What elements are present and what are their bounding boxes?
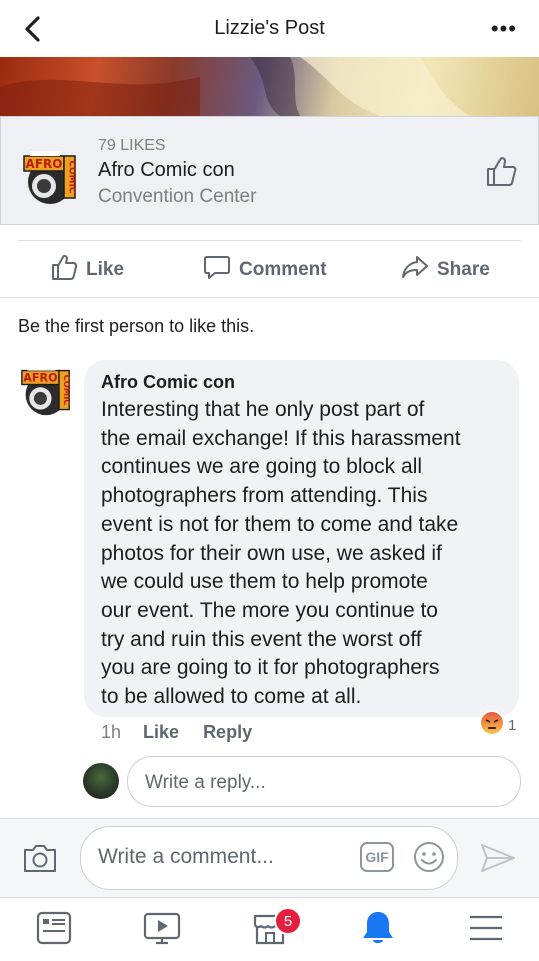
reaction-count: 1 (508, 716, 517, 734)
cover-image[interactable] (0, 57, 539, 116)
afro-comic-con-logo[interactable]: AFRO COMIC (22, 150, 78, 206)
comment-bubble-icon (203, 253, 231, 287)
comment-reply-button[interactable]: Reply (203, 722, 252, 743)
news-feed-icon[interactable] (34, 908, 74, 948)
page-category: Convention Center (98, 186, 257, 207)
like-page-thumb-icon[interactable] (484, 154, 518, 188)
comment-button[interactable]: Comment (203, 256, 327, 284)
camera-icon[interactable] (22, 842, 58, 874)
comment-timestamp: 1h (101, 722, 122, 742)
share-label: Share (437, 259, 490, 280)
menu-hamburger-icon[interactable] (466, 908, 506, 948)
comment-meta: 1h Like Reply (101, 722, 276, 743)
like-button[interactable]: Like (50, 253, 125, 287)
notifications-bell-icon[interactable] (358, 908, 398, 948)
shared-page-card[interactable] (0, 116, 539, 225)
page-likes-count: 79 LIKES (98, 137, 166, 154)
angry-reaction-icon (478, 709, 506, 742)
user-avatar (83, 763, 119, 799)
comment-placeholder: Write a comment... (98, 845, 274, 868)
svg-text:AFRO: AFRO (26, 157, 63, 171)
like-label: Like (86, 259, 125, 280)
watch-video-icon[interactable] (142, 908, 182, 948)
thumbs-up-icon (50, 253, 78, 287)
share-button[interactable]: Share (401, 256, 490, 284)
svg-text:AFRO: AFRO (23, 372, 57, 385)
emoji-icon[interactable] (412, 840, 446, 874)
notification-count-badge: 5 (274, 907, 302, 935)
comment-like-button[interactable]: Like (143, 722, 179, 743)
comment-reaction-badge[interactable]: 1 (478, 709, 517, 742)
page-name[interactable]: Afro Comic con (98, 159, 235, 182)
svg-text:COMIC: COMIC (62, 375, 72, 406)
reply-placeholder: Write a reply... (145, 772, 266, 793)
commenter-avatar[interactable]: AFRO COMIC (20, 365, 72, 417)
svg-text:COMIC: COMIC (67, 160, 77, 194)
gif-button[interactable]: GIF (360, 842, 394, 872)
more-options-icon[interactable]: ••• (491, 16, 517, 42)
comment-label: Comment (239, 259, 327, 280)
share-arrow-icon (401, 253, 429, 287)
page-title: Lizzie's Post (214, 17, 325, 39)
divider (18, 240, 521, 241)
comment-text: Interesting that he only post part of th… (101, 398, 461, 709)
reactions-summary: Be the first person to like this. (18, 316, 255, 336)
comment-author[interactable]: Afro Comic con (101, 372, 235, 393)
divider (0, 297, 539, 298)
send-icon[interactable] (478, 841, 518, 875)
